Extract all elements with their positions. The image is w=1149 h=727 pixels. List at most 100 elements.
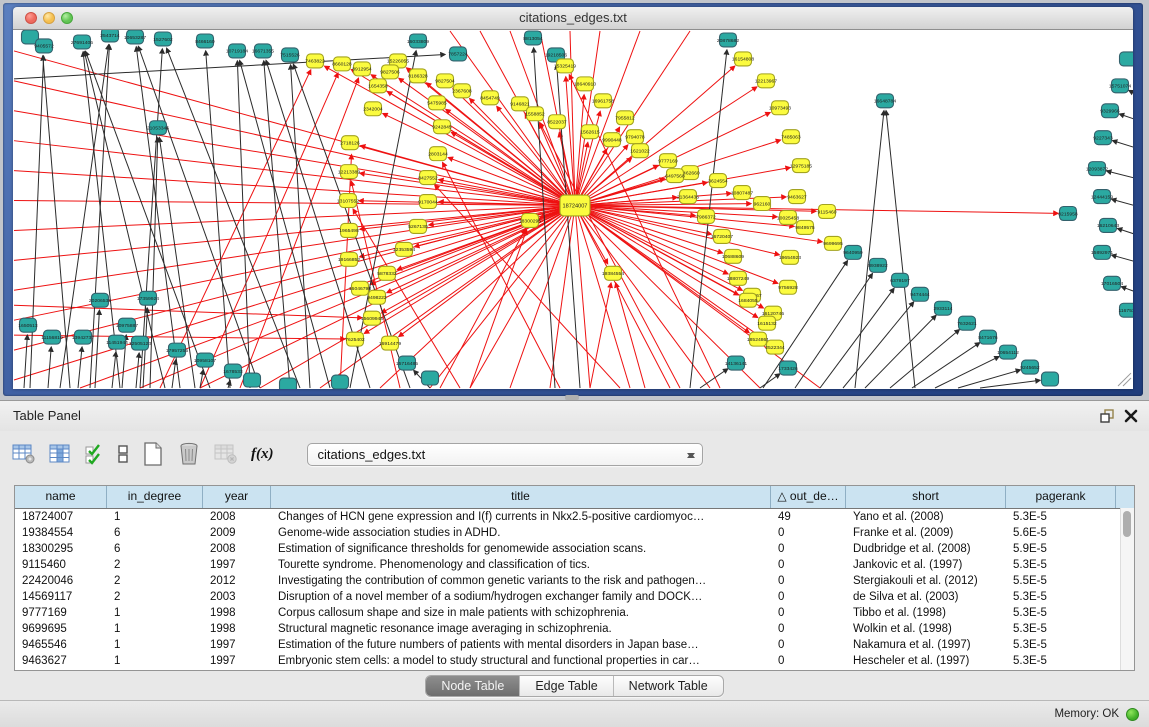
graph-node[interactable]: 1654358 (368, 79, 388, 93)
memory-status-indicator[interactable] (1126, 708, 1139, 721)
graph-node[interactable]: 2803144 (428, 147, 448, 161)
graph-node[interactable]: 5475985 (427, 96, 447, 110)
graph-node[interactable]: 18640910 (574, 77, 596, 91)
graph-node[interactable]: 8454749 (480, 91, 500, 105)
graph-node[interactable]: 7463822 (305, 54, 325, 68)
graph-node[interactable]: 9245652 (1020, 360, 1040, 374)
graph-node[interactable]: 6379197 (890, 273, 910, 287)
graph-node[interactable]: 9227343 (1093, 131, 1113, 145)
table-row[interactable]: 969969511998Structural magnetic resonanc… (15, 621, 1134, 637)
graph-node[interactable]: 20878682 (717, 33, 739, 47)
graph-node[interactable]: 16154808 (732, 52, 754, 66)
graph-node[interactable]: 1527602 (153, 32, 173, 46)
graph-node[interactable]: 19166852 (338, 252, 360, 266)
graph-node[interactable]: 12213967 (755, 74, 777, 88)
graph-node[interactable]: 10688609 (722, 249, 744, 263)
table-row[interactable]: 977716911998Corpus callosum shape and si… (15, 605, 1134, 621)
network-canvas[interactable]: 9405572276914062543714106532871527602846… (13, 30, 1133, 389)
graph-node[interactable]: 2522344 (765, 340, 785, 354)
graph-node[interactable]: 8813054 (523, 31, 543, 45)
graph-node[interactable]: 9699695 (823, 236, 843, 250)
table-row[interactable]: 911546021997Tourette syndrome. Phenomeno… (15, 557, 1134, 573)
graph-node[interactable]: 7986372 (696, 210, 716, 224)
graph-node[interactable]: 9756928 (778, 280, 798, 294)
graph-node[interactable]: 9777169 (658, 154, 678, 168)
graph-node[interactable]: 2543714 (100, 30, 120, 42)
table-row[interactable]: 1938455462009Genome-wide association stu… (15, 525, 1134, 541)
graph-node[interactable]: 9640959 (843, 245, 863, 259)
graph-node[interactable]: 8912954 (352, 62, 372, 76)
graph-node[interactable]: 8522037 (547, 115, 567, 129)
graph-node[interactable]: 8938922 (868, 258, 888, 272)
graph-node[interactable]: 11451944 (106, 335, 128, 349)
graph-node[interactable]: 1965498 (339, 223, 359, 237)
graph-node[interactable]: 17016504 (1101, 276, 1123, 290)
select-rows-icon[interactable] (84, 442, 104, 466)
graph-node[interactable]: 20206535 (89, 293, 111, 307)
graph-node[interactable]: 10025458 (777, 210, 799, 224)
float-panel-icon[interactable] (1099, 408, 1115, 424)
graph-node[interactable]: 17957255 (166, 343, 188, 357)
graph-node[interactable]: 8186328 (408, 69, 428, 83)
network-graph[interactable]: 9405572276914062543714106532871527602846… (13, 30, 1133, 389)
graph-node[interactable]: 15892971 (1091, 245, 1113, 259)
graph-node[interactable]: 15325419 (554, 59, 576, 73)
column-header-in_degree[interactable]: in_degree (107, 486, 203, 508)
graph-node[interactable]: 9170044 (418, 195, 438, 209)
graph-node[interactable]: 15751074 (1109, 79, 1131, 93)
graph-node[interactable]: 16210643 (1097, 218, 1119, 232)
graph-node[interactable]: 9115460 (817, 205, 836, 219)
graph-node[interactable]: 13942737 (72, 330, 94, 344)
column-header-short[interactable]: short (846, 486, 1006, 508)
table-row[interactable]: 946362711997Embryonic stem cells: a mode… (15, 653, 1134, 669)
column-header-name[interactable]: name (15, 486, 107, 508)
scrollbar-thumb[interactable] (1123, 511, 1131, 537)
graph-node[interactable]: 18300295 (519, 213, 541, 227)
graph-node[interactable]: 1562615 (580, 125, 600, 139)
graph-node[interactable]: 18724007 (560, 195, 590, 216)
graph-node[interactable]: 9990448 (602, 133, 622, 147)
graph-node[interactable]: 9498222 (367, 290, 387, 304)
graph-node[interactable]: 9849575 (795, 220, 815, 234)
row-layout-icon[interactable] (117, 442, 129, 466)
graph-node[interactable]: 9242845 (432, 120, 452, 134)
graph-node[interactable]: 1615132 (757, 316, 777, 330)
column-header-title[interactable]: title (271, 486, 771, 508)
graph-node[interactable]: 8215958 (1058, 207, 1078, 221)
graph-node[interactable]: 1678533 (223, 364, 243, 378)
graph-node[interactable]: 3624554 (708, 174, 728, 188)
graph-node[interactable]: 1684055 (738, 293, 758, 307)
graph-node[interactable]: 10654112 (997, 345, 1019, 359)
delete-table-icon[interactable] (177, 442, 201, 466)
show-columns-icon[interactable] (49, 442, 71, 466)
graph-node[interactable]: 10719184 (226, 44, 248, 58)
graph-node[interactable]: 12353594 (393, 242, 415, 256)
graph-node[interactable]: 16671355 (252, 44, 274, 58)
graph-node[interactable]: 16033809 (407, 34, 429, 48)
graph-node[interactable]: 16046798 (349, 281, 371, 295)
graph-node[interactable]: 962160 (754, 197, 771, 211)
vertical-scrollbar[interactable] (1120, 508, 1134, 670)
graph-node[interactable]: 7857224 (448, 47, 468, 61)
graph-node[interactable]: 10807487 (731, 186, 753, 200)
table-settings-icon[interactable] (12, 442, 36, 466)
column-header-out_de[interactable]: △ out_de… (771, 486, 846, 508)
table-row[interactable]: 1830029562008Estimation of significance … (15, 541, 1134, 557)
graph-node[interactable]: 2718126 (340, 136, 360, 150)
graph-node[interactable]: 1733426 (778, 361, 798, 375)
graph-node[interactable]: 8471676 (978, 330, 998, 344)
graph-node[interactable] (422, 371, 439, 385)
graph-node[interactable]: 9405572 (34, 39, 54, 53)
graph-node[interactable]: 7515526 (280, 48, 300, 62)
graph-node[interactable]: 13107552 (337, 194, 359, 208)
graph-node[interactable]: 9827504 (435, 74, 455, 88)
column-header-pagerank[interactable]: pagerank (1006, 486, 1116, 508)
table-row[interactable]: 946554611997Estimation of the future num… (15, 637, 1134, 653)
graph-node[interactable]: 9463627 (787, 190, 807, 204)
graph-node[interactable]: 1167533 (1118, 303, 1133, 317)
tab-node-table[interactable]: Node Table (426, 676, 519, 696)
graph-node[interactable]: 12444159 (1091, 190, 1113, 204)
graph-node[interactable]: 15609948 (361, 311, 383, 325)
graph-node[interactable]: 10973493 (769, 101, 791, 115)
graph-node[interactable] (1120, 52, 1134, 66)
